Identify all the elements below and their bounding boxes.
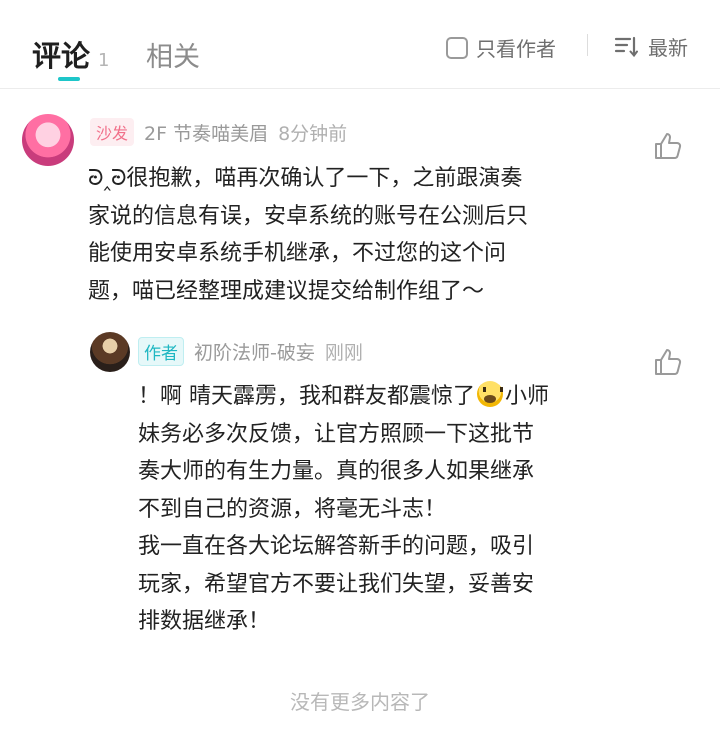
reply-line: 不到自己的资源，将毫无斗志！	[138, 496, 447, 522]
reply-line-end: 小师	[505, 384, 550, 409]
reply-line-start: ！啊 晴天霹雳，我和群友都震惊了	[138, 384, 475, 409]
sofa-badge: 沙发	[90, 118, 135, 146]
scream-emoji-icon	[477, 381, 503, 407]
sort-label: 最新	[648, 36, 688, 60]
comment-body: ᘒ‸ᘒ很抱歉，喵再次确认了一下，之前跟演奏 家说的信息有误，安卓系统的账号在公测…	[88, 160, 628, 310]
tab-comments[interactable]: 评论 1	[32, 33, 109, 75]
reply-line: ！啊 晴天霹雳，我和群友都震惊了 小师	[138, 378, 638, 416]
comment-floor-user[interactable]: 2F 节奏喵美眉	[144, 119, 268, 146]
comment-line: 家说的信息有误，安卓系统的账号在公测后只	[88, 203, 529, 229]
author-badge: 作者	[138, 337, 184, 366]
active-tab-indicator	[58, 77, 80, 81]
author-only-toggle[interactable]: 只看作者	[446, 33, 556, 62]
reply-line: 玩家，希望官方不要让我们失望，妥善安	[138, 571, 535, 597]
tab-comments-label: 评论	[32, 39, 91, 73]
checkbox-icon[interactable]	[446, 36, 468, 59]
filter-divider	[587, 34, 588, 56]
tab-comments-count: 1	[98, 50, 110, 71]
sort-icon	[614, 36, 638, 57]
comment-line: ᘒ‸ᘒ很抱歉，喵再次确认了一下，之前跟演奏	[88, 166, 523, 191]
reply-meta: 作者 初阶法师-破妄 刚刚	[138, 337, 363, 366]
reply-line: 我一直在各大论坛解答新手的问题，吸引	[138, 534, 535, 559]
comments-header: 评论 1 相关 只看作者 最新	[0, 0, 720, 88]
no-more-content: 没有更多内容了	[290, 690, 430, 714]
reply-avatar[interactable]	[90, 332, 130, 372]
thumbs-up-icon[interactable]	[653, 347, 683, 377]
author-only-label: 只看作者	[476, 37, 556, 61]
tab-related[interactable]: 相关	[146, 35, 200, 74]
reply-time: 刚刚	[324, 342, 363, 364]
header-divider	[0, 88, 720, 89]
reply-line: 妹务必多次反馈，让官方照顾一下这批节	[138, 421, 535, 447]
reply-line: 排数据继承！	[138, 609, 271, 634]
comment-line: 题，喵已经整理成建议提交给制作组了～	[88, 278, 485, 304]
sort-button[interactable]: 最新	[614, 32, 688, 61]
comment-meta: 沙发 2F 节奏喵美眉 8分钟前	[90, 118, 347, 146]
comment-time: 8分钟前	[278, 122, 348, 145]
reply-body: ！啊 晴天霹雳，我和群友都震惊了 小师 妹务必多次反馈，让官方照顾一下这批节 奏大…	[138, 378, 638, 641]
thumbs-up-icon[interactable]	[653, 131, 683, 161]
reply-user[interactable]: 初阶法师-破妄	[194, 338, 315, 365]
avatar[interactable]	[22, 114, 74, 166]
comments-page: 评论 1 相关 只看作者 最新 沙发 2F 节奏喵美眉 8分钟前 ᘒ‸ᘒ很抱歉，…	[0, 0, 720, 731]
comment-line: 能使用安卓系统手机继承，不过您的这个问	[88, 241, 507, 266]
reply-line: 奏大师的有生力量。真的很多人如果继承	[138, 459, 535, 484]
